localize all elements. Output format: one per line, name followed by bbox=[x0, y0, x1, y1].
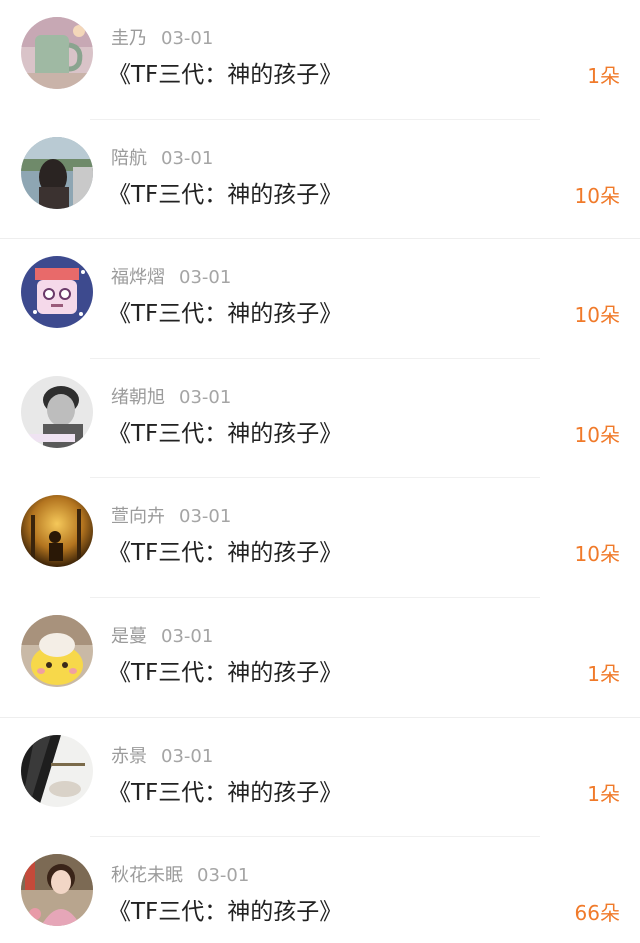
user-meta: 福烨熠 03-01 bbox=[111, 265, 231, 291]
user-meta: 是蔓 03-01 bbox=[111, 624, 213, 650]
user-meta: 赤景 03-01 bbox=[111, 744, 213, 770]
avatar-dark-hair-photo[interactable] bbox=[21, 734, 93, 807]
user-name: 福烨熠 bbox=[111, 267, 165, 289]
flower-count: 10朵 bbox=[574, 183, 620, 208]
book-title[interactable]: 《TF三代：神的孩子》 bbox=[108, 895, 342, 929]
user-name: 陪航 bbox=[111, 147, 147, 169]
book-title[interactable]: 《TF三代：神的孩子》 bbox=[108, 656, 342, 690]
flower-count: 10朵 bbox=[574, 303, 620, 328]
gift-list: 圭乃 03-01 《TF三代：神的孩子》 1朵 陪航 03-01 《TF三代：神的孩… bbox=[0, 0, 640, 943]
list-item[interactable]: 是蔓 03-01 《TF三代：神的孩子》 1朵 bbox=[0, 598, 640, 718]
avatar-mug-photo[interactable] bbox=[21, 17, 93, 89]
list-item[interactable]: 圭乃 03-01 《TF三代：神的孩子》 1朵 bbox=[0, 0, 640, 120]
post-date: 03-01 bbox=[179, 386, 232, 408]
book-title[interactable]: 《TF三代：神的孩子》 bbox=[108, 297, 342, 331]
user-meta: 圭乃 03-01 bbox=[111, 26, 213, 52]
post-date: 03-01 bbox=[197, 865, 250, 887]
flower-count: 10朵 bbox=[574, 422, 620, 447]
avatar-person-car-photo[interactable] bbox=[21, 136, 93, 209]
avatar-cartoon-face[interactable] bbox=[21, 256, 93, 329]
post-date: 03-01 bbox=[161, 626, 214, 647]
user-meta: 绪朝旭 03-01 bbox=[111, 385, 231, 411]
list-item[interactable]: 萱向卉 03-01 《TF三代：神的孩子》 10朵 bbox=[0, 478, 640, 598]
list-item[interactable]: 福烨熠 03-01 《TF三代：神的孩子》 10朵 bbox=[0, 239, 640, 359]
list-item[interactable]: 秋花未眠 03-01 《TF三代：神的孩子》 66朵 bbox=[0, 837, 640, 943]
list-item[interactable]: 赤景 03-01 《TF三代：神的孩子》 1朵 bbox=[0, 717, 640, 838]
user-name: 秋花未眠 bbox=[111, 865, 183, 887]
post-date: 03-01 bbox=[161, 147, 214, 169]
book-title[interactable]: 《TF三代：神的孩子》 bbox=[108, 417, 342, 451]
user-meta: 萱向卉 03-01 bbox=[111, 504, 231, 530]
post-date: 03-01 bbox=[161, 745, 214, 767]
book-title[interactable]: 《TF三代：神的孩子》 bbox=[108, 178, 342, 212]
book-title[interactable]: 《TF三代：神的孩子》 bbox=[108, 58, 342, 92]
avatar-silhouette-photo[interactable] bbox=[21, 495, 93, 568]
flower-count: 1朵 bbox=[587, 781, 620, 806]
book-title[interactable]: 《TF三代：神的孩子》 bbox=[108, 776, 342, 810]
post-date: 03-01 bbox=[179, 506, 232, 528]
user-name: 绪朝旭 bbox=[111, 386, 165, 408]
avatar-boy-photo[interactable] bbox=[21, 375, 93, 448]
user-meta: 秋花未眠 03-01 bbox=[111, 863, 249, 889]
user-name: 圭乃 bbox=[111, 28, 147, 49]
user-meta: 陪航 03-01 bbox=[111, 146, 213, 172]
flower-count: 1朵 bbox=[587, 64, 620, 88]
flower-count: 10朵 bbox=[574, 542, 620, 567]
post-date: 03-01 bbox=[161, 28, 214, 49]
user-name: 是蔓 bbox=[111, 626, 147, 647]
user-name: 赤景 bbox=[111, 745, 147, 767]
flower-count: 66朵 bbox=[574, 901, 620, 926]
book-title[interactable]: 《TF三代：神的孩子》 bbox=[108, 536, 342, 570]
avatar-girl-photo[interactable] bbox=[21, 854, 93, 927]
list-item[interactable]: 绪朝旭 03-01 《TF三代：神的孩子》 10朵 bbox=[0, 358, 640, 479]
avatar-yellow-chick[interactable] bbox=[21, 615, 93, 687]
user-name: 萱向卉 bbox=[111, 506, 165, 528]
post-date: 03-01 bbox=[179, 267, 232, 289]
list-item[interactable]: 陪航 03-01 《TF三代：神的孩子》 10朵 bbox=[0, 119, 640, 240]
flower-count: 1朵 bbox=[587, 662, 620, 686]
